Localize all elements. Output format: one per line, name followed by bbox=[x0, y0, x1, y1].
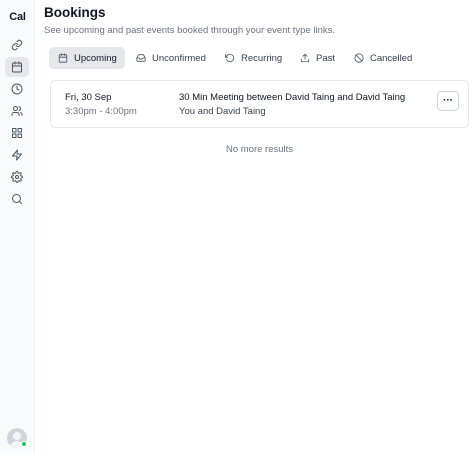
upload-icon bbox=[300, 53, 310, 63]
inbox-icon bbox=[136, 54, 146, 62]
clock-icon bbox=[11, 83, 23, 95]
booking-attendees: You and David Taing bbox=[179, 106, 266, 117]
calendar-icon bbox=[58, 53, 68, 63]
page-title: Bookings bbox=[44, 5, 106, 20]
avatar-head bbox=[13, 432, 21, 440]
ban-icon bbox=[354, 53, 364, 63]
booking-item[interactable]: Fri, 30 Sep 3:30pm - 4:00pm 30 Min Meeti… bbox=[50, 80, 469, 128]
nav-availability[interactable] bbox=[5, 79, 29, 99]
tab-cancelled[interactable]: Cancelled bbox=[354, 47, 424, 69]
search-icon bbox=[12, 194, 22, 204]
nav-search[interactable] bbox=[5, 189, 29, 209]
link-icon bbox=[11, 39, 23, 51]
online-status-dot bbox=[21, 441, 27, 447]
tab-upcoming[interactable]: Upcoming bbox=[49, 47, 125, 69]
tab-unconfirmed[interactable]: Unconfirmed bbox=[136, 47, 218, 69]
tab-recurring-label: Recurring bbox=[241, 52, 283, 64]
booking-time: 3:30pm - 4:00pm bbox=[65, 106, 137, 117]
nav-apps[interactable] bbox=[5, 123, 29, 143]
more-options-button[interactable]: ··· bbox=[437, 91, 459, 111]
tab-recurring[interactable]: Recurring bbox=[225, 47, 291, 69]
booking-date: Fri, 30 Sep bbox=[65, 92, 112, 103]
booking-title[interactable]: 30 Min Meeting between David Taing and D… bbox=[179, 92, 405, 103]
users-icon bbox=[11, 106, 23, 116]
nav-settings[interactable] bbox=[5, 167, 29, 187]
no-more-results: No more results bbox=[225, 144, 294, 155]
tab-unconfirmed-label: Unconfirmed bbox=[152, 52, 206, 64]
nav-teams[interactable] bbox=[5, 101, 29, 121]
nav-event-types[interactable] bbox=[5, 35, 29, 55]
tab-upcoming-label: Upcoming bbox=[74, 52, 117, 64]
tab-past[interactable]: Past bbox=[300, 47, 344, 69]
refresh-icon bbox=[225, 53, 235, 63]
app-logo[interactable]: Cal bbox=[0, 11, 35, 23]
gear-icon bbox=[11, 171, 23, 183]
tab-past-label: Past bbox=[316, 52, 336, 64]
tab-cancelled-label: Cancelled bbox=[370, 52, 413, 64]
sidebar: Cal bbox=[0, 0, 35, 453]
nav-workflows[interactable] bbox=[5, 145, 29, 165]
zap-icon bbox=[12, 149, 22, 161]
calendar-icon bbox=[12, 61, 22, 73]
nav-bookings[interactable] bbox=[5, 57, 29, 77]
page-subtitle: See upcoming and past events booked thro… bbox=[44, 25, 335, 36]
grid-icon bbox=[12, 128, 22, 138]
